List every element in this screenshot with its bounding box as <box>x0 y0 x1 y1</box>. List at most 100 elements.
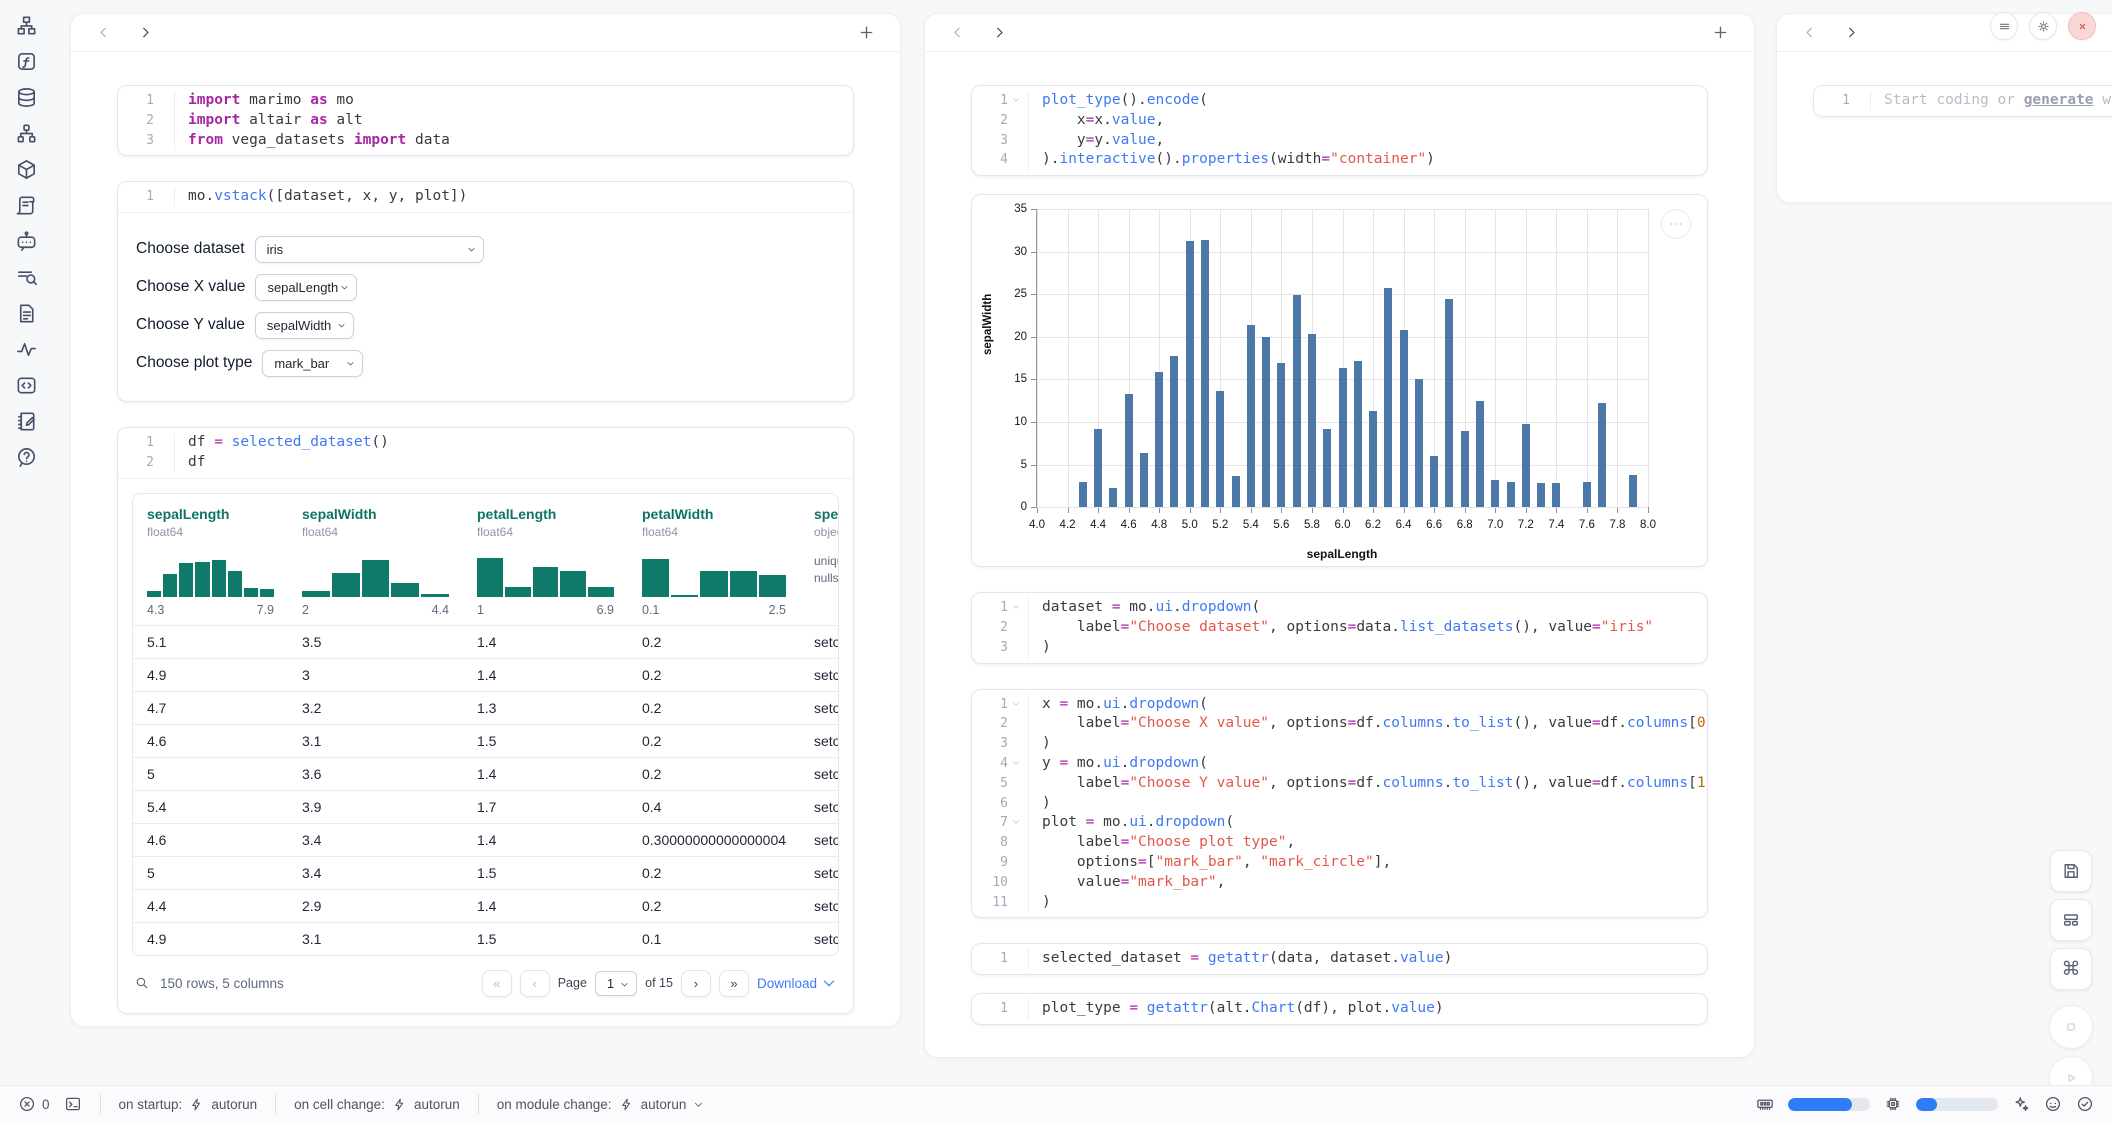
chart-bar[interactable] <box>1125 394 1133 507</box>
selected-dataset-cell[interactable]: 1selected_dataset = getattr(data, datase… <box>971 943 1708 975</box>
chart-bar[interactable] <box>1537 483 1545 508</box>
code-text[interactable]: ) <box>1028 794 1707 814</box>
autorun-status-group[interactable]: on cell change:autorun <box>294 1097 460 1112</box>
fold-arrow-icon[interactable] <box>1008 813 1024 833</box>
stop-button[interactable] <box>2049 1005 2093 1049</box>
chart-bar[interactable] <box>1323 429 1331 507</box>
chart-bar[interactable] <box>1354 361 1362 507</box>
chart-bar[interactable] <box>1094 429 1102 507</box>
choose-x-value-select[interactable]: sepalLength <box>255 274 357 301</box>
code-text[interactable]: label="Choose Y value", options=df.colum… <box>1028 774 1708 794</box>
code-text[interactable]: label="Choose dataset", options=data.lis… <box>1028 618 1707 638</box>
fold-arrow-icon[interactable] <box>1008 695 1024 715</box>
code-text[interactable]: x = mo.ui.dropdown( <box>1028 695 1707 715</box>
sidebar-item-script[interactable] <box>9 194 43 217</box>
code-text[interactable]: ) <box>1028 734 1707 754</box>
assistant-bot-icon[interactable] <box>2044 1095 2062 1113</box>
sidebar-item-help[interactable] <box>9 446 43 469</box>
sidebar-item-package[interactable] <box>9 158 43 181</box>
nav-forward-button[interactable] <box>1843 24 1863 41</box>
code-text[interactable]: from vega_datasets import data <box>174 131 853 151</box>
prev-page-button[interactable]: ‹ <box>520 970 550 997</box>
code-text[interactable]: plot = mo.ui.dropdown( <box>1028 813 1707 833</box>
code-text[interactable]: y = mo.ui.dropdown( <box>1028 754 1707 774</box>
keyboard-shortcuts-button[interactable]: ⌘ <box>2050 948 2092 990</box>
sidebar-item-chat-bot[interactable] <box>9 230 43 253</box>
sidebar-item-list-search[interactable] <box>9 266 43 289</box>
code-text[interactable]: selected_dataset = getattr(data, dataset… <box>1028 949 1707 969</box>
code-text[interactable]: plot_type().encode( <box>1028 91 1707 111</box>
column-header[interactable]: sepalWidthfloat6424.4 <box>288 506 463 617</box>
fold-arrow-icon[interactable] <box>1008 598 1024 618</box>
sidebar-item-code-box[interactable] <box>9 374 43 397</box>
chart-bar[interactable] <box>1186 241 1194 507</box>
chart-bar[interactable] <box>1140 453 1148 507</box>
chart-bar[interactable] <box>1232 476 1240 508</box>
chart-bar[interactable] <box>1384 288 1392 508</box>
dataframe-cell[interactable]: 1df = selected_dataset()2df sepalLengthf… <box>117 427 854 1014</box>
code-text[interactable]: import altair as alt <box>174 111 853 131</box>
sidebar-item-activity[interactable] <box>9 338 43 361</box>
plot-type-cell[interactable]: 1plot_type = getattr(alt.Chart(df), plot… <box>971 993 1708 1025</box>
code-text[interactable]: value="mark_bar", <box>1028 873 1707 893</box>
fold-arrow-icon[interactable] <box>1008 754 1024 774</box>
code-text[interactable]: dataset = mo.ui.dropdown( <box>1028 598 1707 618</box>
nav-back-button[interactable] <box>1801 24 1821 41</box>
sidebar-item-hierarchy[interactable] <box>9 122 43 145</box>
save-button[interactable] <box>2050 850 2092 892</box>
layout-button[interactable] <box>2050 899 2092 941</box>
column-header[interactable]: sepalLengthfloat644.37.9 <box>133 506 288 617</box>
chart-bar[interactable] <box>1262 337 1270 507</box>
code-text[interactable]: x=x.value, <box>1028 111 1707 131</box>
settings-button[interactable] <box>2029 12 2057 40</box>
column-header[interactable]: speciobjecuniqunulls: <box>800 506 839 617</box>
xy-plot-dropdown-cell[interactable]: 1x = mo.ui.dropdown(2 label="Choose X va… <box>971 689 1708 919</box>
chart-bar[interactable] <box>1400 330 1408 507</box>
table-row[interactable]: 53.41.50.2setos <box>133 856 838 889</box>
chart-bar[interactable] <box>1339 368 1347 508</box>
column-header[interactable]: petalWidthfloat640.12.5 <box>628 506 800 617</box>
table-row[interactable]: 4.63.41.40.30000000000000004setos <box>133 823 838 856</box>
code-text[interactable]: ).interactive().properties(width="contai… <box>1028 150 1707 170</box>
code-text[interactable]: label="Choose X value", options=df.colum… <box>1028 714 1708 734</box>
chart-bar[interactable] <box>1522 424 1530 507</box>
chart-bar[interactable] <box>1170 356 1178 508</box>
first-page-button[interactable]: « <box>482 970 512 997</box>
download-button[interactable]: Download <box>757 975 837 991</box>
code-text[interactable]: options=["mark_bar", "mark_circle"], <box>1028 853 1707 873</box>
vstack-cell[interactable]: 1mo.vstack([dataset, x, y, plot]) Choose… <box>117 181 854 402</box>
chart-bar[interactable] <box>1491 480 1499 507</box>
chart-bar[interactable] <box>1415 379 1423 507</box>
table-row[interactable]: 4.931.40.2setos <box>133 658 838 691</box>
choose-y-value-select[interactable]: sepalWidth <box>255 312 354 339</box>
chart-bar[interactable] <box>1629 475 1637 507</box>
sidebar-item-notebook[interactable] <box>9 410 43 433</box>
chart-bar[interactable] <box>1308 334 1316 507</box>
chart-bar[interactable] <box>1445 299 1453 508</box>
chart-bar[interactable] <box>1201 240 1209 507</box>
code-text[interactable]: ) <box>1028 893 1707 913</box>
add-cell-button[interactable] <box>857 23 876 42</box>
chart-bar[interactable] <box>1293 295 1301 507</box>
code-text[interactable]: df <box>174 453 853 473</box>
table-row[interactable]: 5.13.51.40.2setos <box>133 625 838 658</box>
encode-cell[interactable]: 1plot_type().encode(2 x=x.value,3 y=y.va… <box>971 85 1708 176</box>
add-cell-button[interactable] <box>1711 23 1730 42</box>
code-text[interactable]: label="Choose plot type", <box>1028 833 1707 853</box>
chart-menu-button[interactable] <box>1661 209 1691 239</box>
chart-bar[interactable] <box>1430 456 1438 507</box>
column-header[interactable]: petalLengthfloat6416.9 <box>463 506 628 617</box>
code-placeholder[interactable]: Start coding or generate with AI <box>1870 91 2112 111</box>
nav-forward-button[interactable] <box>137 24 157 41</box>
menu-button[interactable] <box>1990 12 2018 40</box>
terminal-icon[interactable] <box>64 1095 82 1113</box>
nav-forward-button[interactable] <box>991 24 1011 41</box>
chart-bar[interactable] <box>1461 431 1469 508</box>
table-row[interactable]: 4.63.11.50.2setos <box>133 724 838 757</box>
close-button[interactable] <box>2068 12 2096 40</box>
nav-back-button[interactable] <box>95 24 115 41</box>
next-page-button[interactable]: › <box>681 970 711 997</box>
code-text[interactable]: mo.vstack([dataset, x, y, plot]) <box>174 187 853 207</box>
chart-bar[interactable] <box>1598 403 1606 507</box>
import-cell[interactable]: 1import marimo as mo2import altair as al… <box>117 85 854 156</box>
